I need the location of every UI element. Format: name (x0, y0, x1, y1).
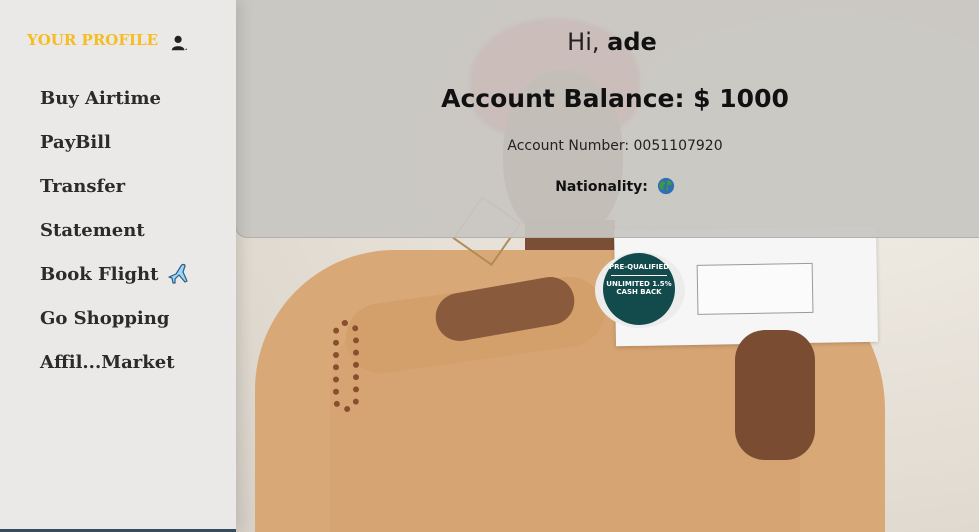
envelope-window (696, 262, 814, 315)
sidebar-item-buy-airtime[interactable]: Buy Airtime (40, 76, 190, 120)
greeting: Hi, ade (236, 28, 979, 56)
sidebar-item-go-shopping[interactable]: Go Shopping (40, 296, 190, 340)
cashback-badge: PRE-QUALIFIED UNLIMITED 1.5% CASH BACK (603, 253, 675, 325)
profile-title[interactable]: YOUR PROFILE (27, 31, 158, 49)
sidebar-item-label: Statement (40, 219, 145, 241)
sidebar-item-label: Go Shopping (40, 307, 170, 329)
account-number: Account Number: 0051107920 (507, 138, 723, 154)
sidebar-item-affiliate-market[interactable]: Affil...Market (40, 340, 190, 384)
globe-icon (657, 177, 674, 195)
sidebar-item-paybill[interactable]: PayBill (40, 120, 190, 164)
photo-holding-hand (735, 330, 815, 460)
nationality-label: Nationality: (555, 179, 648, 195)
nationality: Nationality: (236, 177, 979, 195)
account-balance: Account Balance: $ 1000 (441, 84, 789, 113)
sidebar-item-book-flight[interactable]: Book Flight (40, 252, 190, 296)
badge-top-text: PRE-QUALIFIED (608, 263, 670, 271)
sidebar-item-label: Book Flight (40, 263, 159, 285)
account-info-card: Hi, ade Account Balance: $ 1000 Account … (235, 0, 979, 238)
sidebar-item-label: PayBill (40, 131, 111, 153)
sidebar-item-transfer[interactable]: Transfer (40, 164, 190, 208)
photo-bracelet (333, 320, 359, 412)
sidebar-item-label: Affil...Market (40, 351, 175, 373)
sidebar-menu: Buy Airtime PayBill Transfer Statement B… (40, 76, 190, 384)
profile-link[interactable]: YOUR PROFILE (27, 28, 188, 52)
sidebar: YOUR PROFILE Buy Airtime PayBill Transfe… (0, 0, 236, 532)
sidebar-item-label: Buy Airtime (40, 87, 161, 109)
airplane-icon (168, 263, 189, 284)
badge-main-text: UNLIMITED 1.5% CASH BACK (606, 280, 672, 296)
sidebar-item-label: Transfer (40, 175, 126, 197)
user-icon[interactable] (170, 34, 188, 52)
greeting-prefix: Hi, (567, 28, 600, 56)
username: ade (607, 28, 657, 56)
sidebar-item-statement[interactable]: Statement (40, 208, 190, 252)
